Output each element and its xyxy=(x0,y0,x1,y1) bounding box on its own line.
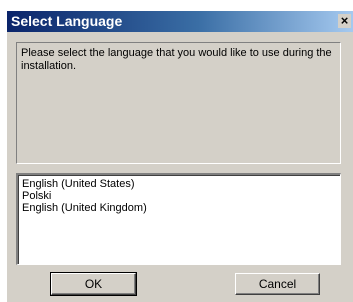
language-item-polski[interactable]: Polski xyxy=(19,190,147,202)
message-panel: Please select the language that you woul… xyxy=(16,42,341,164)
language-item-english-us[interactable]: English (United States) xyxy=(19,178,147,190)
language-listbox[interactable]: English (United States) Polski English (… xyxy=(16,173,341,265)
select-language-dialog: Select Language × Please select the lang… xyxy=(6,10,353,302)
dialog-title: Select Language xyxy=(11,13,123,29)
language-list: English (United States) Polski English (… xyxy=(19,178,147,214)
ok-button[interactable]: OK xyxy=(50,272,137,296)
close-icon[interactable]: × xyxy=(338,14,351,28)
title-bar[interactable]: Select Language xyxy=(7,11,353,32)
cancel-button[interactable]: Cancel xyxy=(235,273,320,295)
language-item-english-uk[interactable]: English (United Kingdom) xyxy=(19,202,147,214)
instruction-text: Please select the language that you woul… xyxy=(21,47,332,72)
